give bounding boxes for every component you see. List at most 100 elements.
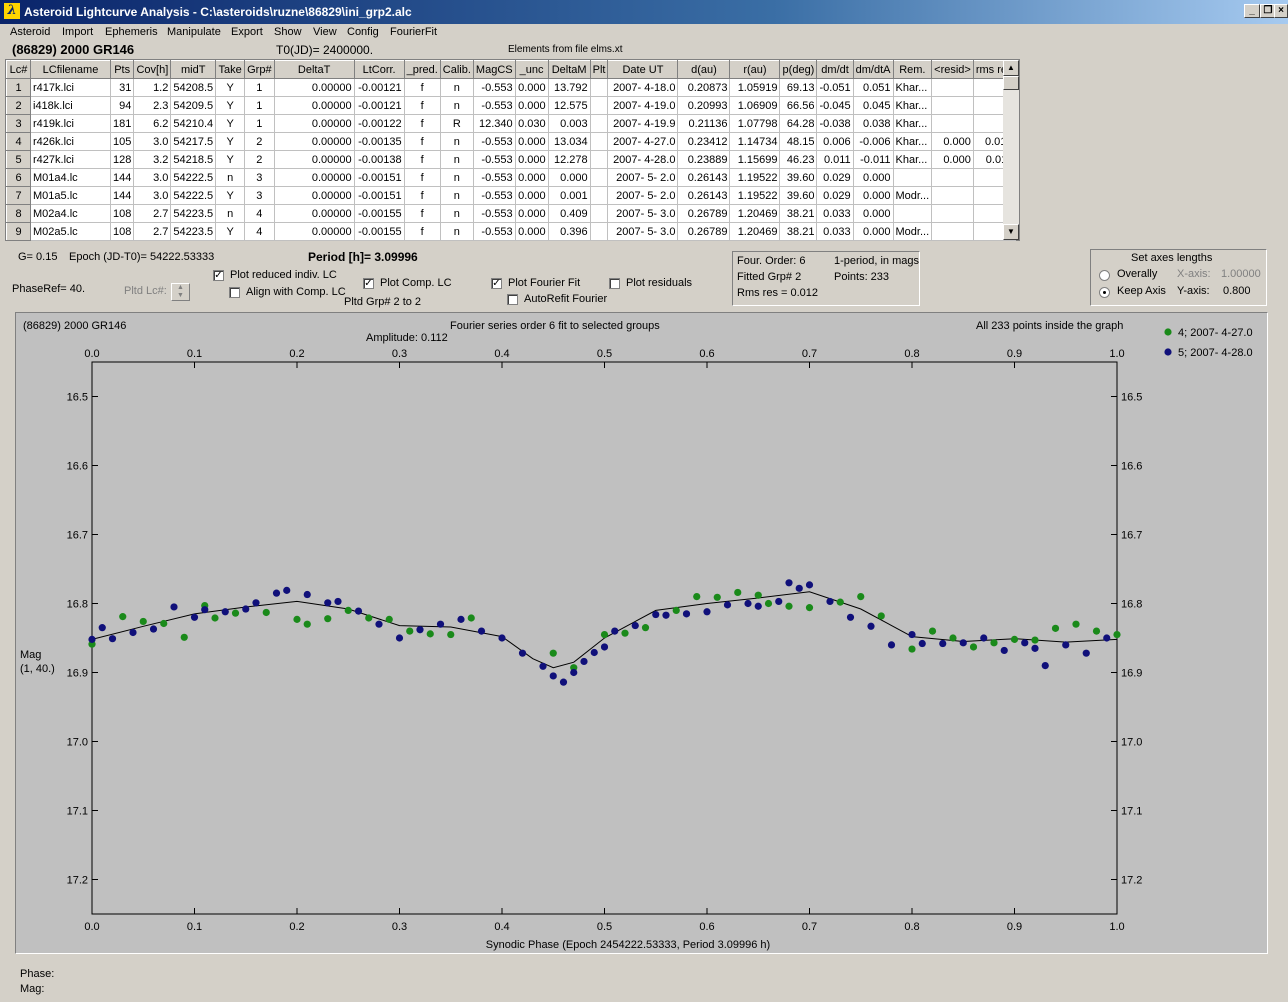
table-cell[interactable] [931,186,974,205]
table-cell[interactable]: n [215,204,246,223]
table-cell[interactable]: 0.030 [514,114,549,133]
table-cell[interactable] [931,222,974,241]
table-cell[interactable]: f [403,168,441,187]
table-cell[interactable] [589,150,609,169]
table-cell[interactable]: 2007- 5- 3.0 [607,204,679,223]
column-header[interactable]: Grp# [244,60,275,79]
table-cell[interactable]: 0.045 [852,96,894,115]
column-header[interactable]: midT [170,60,217,79]
table-cell[interactable]: f [403,132,441,151]
table-cell[interactable] [589,96,609,115]
table-cell[interactable]: 3 [244,168,275,187]
table-cell[interactable] [589,186,609,205]
table-cell[interactable]: n [439,186,474,205]
x-axis-value[interactable]: 1.00000 [1221,268,1261,280]
table-cell[interactable]: 2.7 [133,204,172,223]
table-cell[interactable]: 0.000 [547,168,591,187]
table-cell[interactable]: 0.00000 [273,186,355,205]
table-cell[interactable]: -0.553 [472,150,516,169]
table-cell[interactable]: n [439,150,474,169]
table-cell[interactable]: r427k.lci [30,150,111,169]
column-header[interactable]: Calib. [439,60,474,79]
table-cell[interactable]: n [439,168,474,187]
table-cell[interactable]: 0.033 [816,204,854,223]
table-cell[interactable]: -0.011 [852,150,894,169]
table-cell[interactable]: 0.000 [514,96,549,115]
table-cell[interactable]: 108 [109,222,135,241]
table-cell[interactable]: 54222.5 [170,186,217,205]
table-cell[interactable]: Y [215,132,246,151]
table-cell[interactable]: 128 [109,150,135,169]
table-cell[interactable]: 0.00000 [273,114,355,133]
table-cell[interactable] [589,168,609,187]
table-cell[interactable] [589,222,609,241]
table-cell[interactable]: Y [215,96,246,115]
table-cell[interactable]: 0.00000 [273,150,355,169]
table-cell[interactable]: R [439,114,474,133]
table-cell[interactable]: 144 [109,168,135,187]
table-cell[interactable]: 0.000 [514,222,549,241]
table-cell[interactable]: 54218.5 [170,150,217,169]
table-cell[interactable]: f [403,186,441,205]
column-header[interactable]: dm/dt [816,60,854,79]
table-cell[interactable]: -0.051 [816,78,854,97]
table-cell[interactable]: 1.07798 [729,114,781,133]
table-cell[interactable]: -0.00151 [353,186,405,205]
table-cell[interactable]: 4 [244,204,275,223]
table-row[interactable]: 6 M01a4.lc 144 3.0 54222.5 n 3 0.00000 -0.00151 f… [6,168,1016,187]
table-cell[interactable]: 0.000 [931,150,974,169]
table-cell[interactable]: f [403,78,441,97]
table-cell[interactable]: 0.26143 [677,168,731,187]
column-header[interactable]: p(deg) [779,60,818,79]
table-cell[interactable]: 48.15 [779,132,818,151]
scroll-up-icon[interactable]: ▲ [1003,60,1019,76]
table-cell[interactable]: 0.000 [514,78,549,97]
table-cell[interactable]: Y [215,114,246,133]
menu-import[interactable]: Import [62,26,93,38]
table-cell[interactable]: 38.21 [779,204,818,223]
table-cell[interactable]: Khar... [892,78,933,97]
table-cell[interactable]: 3.0 [133,186,172,205]
table-cell[interactable]: 2007- 5- 2.0 [607,168,679,187]
table-cell[interactable]: 0.00000 [273,168,355,187]
table-cell[interactable]: 3.0 [133,132,172,151]
table-cell[interactable]: 0.006 [816,132,854,151]
table-cell[interactable]: 66.56 [779,96,818,115]
y-axis-value[interactable]: 0.800 [1223,285,1251,297]
menu-manipulate[interactable]: Manipulate [167,26,221,38]
table-cell[interactable]: 0.20993 [677,96,731,115]
table-cell[interactable]: f [403,204,441,223]
table-row[interactable]: 5 r427k.lci 128 3.2 54218.5 Y 2 0.00000 -0.00138… [6,150,1016,169]
table-cell[interactable]: 0.000 [514,150,549,169]
table-row[interactable]: 3 r419k.lci 181 6.2 54210.4 Y 1 0.00000 -0.00122… [6,114,1016,133]
table-cell[interactable]: 2007- 5- 2.0 [607,186,679,205]
table-row[interactable]: 1 r417k.lci 31 1.2 54208.5 Y 1 0.00000 -0.00121 f… [6,78,1016,97]
table-cell[interactable] [931,78,974,97]
table-cell[interactable]: -0.00155 [353,204,405,223]
table-cell[interactable]: 0.000 [514,186,549,205]
table-cell[interactable]: 0.396 [547,222,591,241]
table-cell[interactable]: Y [215,186,246,205]
table-cell[interactable]: 0.000 [514,168,549,187]
column-header[interactable]: DeltaM [547,60,591,79]
table-cell[interactable]: 0.033 [816,222,854,241]
table-cell[interactable]: n [439,78,474,97]
table-cell[interactable]: 0.21136 [677,114,731,133]
scroll-down-icon[interactable]: ▼ [1003,224,1019,240]
table-cell[interactable]: 13.792 [547,78,591,97]
table-cell[interactable]: i418k.lci [30,96,111,115]
table-cell[interactable]: 1 [244,114,275,133]
table-cell[interactable]: Khar... [892,132,933,151]
table-cell[interactable]: 2.7 [133,222,172,241]
table-cell[interactable]: 1.15699 [729,150,781,169]
table-cell[interactable]: 3.2 [133,150,172,169]
table-cell[interactable] [589,78,609,97]
table-cell[interactable]: Y [215,150,246,169]
table-cell[interactable]: 54222.5 [170,168,217,187]
table-cell[interactable]: 4 [244,222,275,241]
table-cell[interactable]: 144 [109,186,135,205]
table-cell[interactable] [589,204,609,223]
table-cell[interactable]: -0.553 [472,132,516,151]
table-cell[interactable]: 0.051 [852,78,894,97]
scroll-thumb[interactable] [1003,76,1019,90]
